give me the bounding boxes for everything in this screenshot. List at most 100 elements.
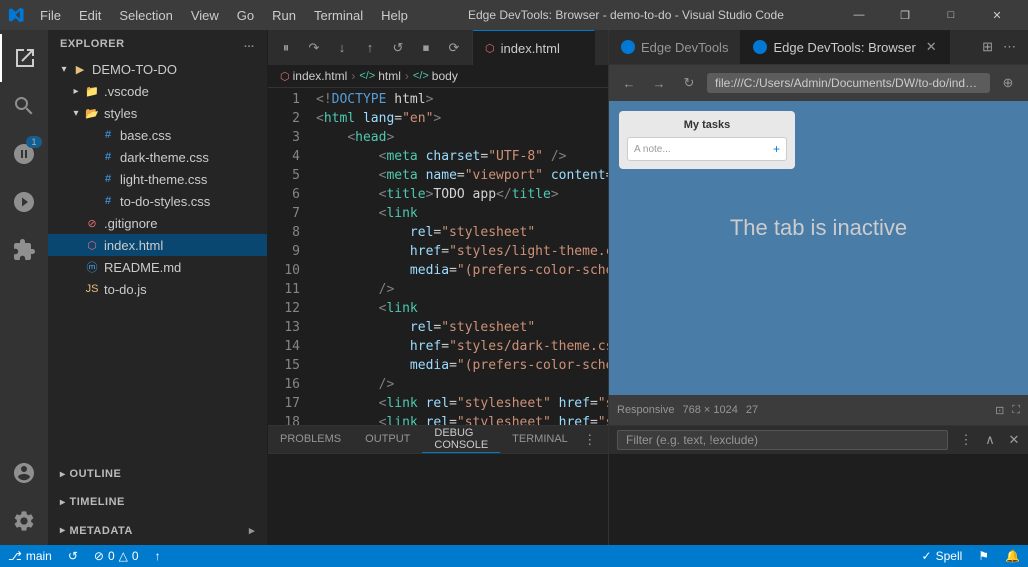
todo-styles-file[interactable]: # to-do-styles.css	[48, 190, 267, 212]
browser-toolbar: ← → ↻ file:///C:/Users/Admin/Documents/D…	[609, 65, 1028, 101]
breadcrumb-body[interactable]: </> body	[413, 69, 458, 83]
base-css-file[interactable]: # base.css	[48, 124, 267, 146]
step-into-button[interactable]: ↓	[330, 36, 354, 60]
code-editor[interactable]: 12345 678910 1112131415 16171819 <!DOCTY…	[268, 88, 608, 425]
outline-section[interactable]: ▸ OUTLINE	[48, 460, 267, 488]
accounts-icon[interactable]	[0, 449, 48, 497]
responsive-label[interactable]: Responsive	[617, 404, 674, 416]
menu-help[interactable]: Help	[373, 6, 416, 25]
source-control-icon[interactable]: 1	[0, 130, 48, 178]
devtools-more-icon[interactable]: ⋯	[999, 35, 1020, 59]
devtools-tab-close-icon[interactable]: ✕	[926, 39, 937, 55]
output-tab[interactable]: OUTPUT	[353, 426, 422, 453]
checkmark-icon: ✓	[922, 549, 932, 563]
sync-status[interactable]: ↺	[60, 545, 86, 567]
project-root[interactable]: ▾ ▶ DEMO-TO-DO	[48, 58, 267, 80]
code-line: rel="stylesheet"	[308, 318, 608, 337]
index-html-file[interactable]: ⬡ index.html	[48, 234, 267, 256]
inspect-icon[interactable]: ⛶	[1012, 404, 1020, 417]
branch-status[interactable]: ⎇ main	[0, 545, 60, 567]
dark-theme-file[interactable]: # dark-theme.css	[48, 146, 267, 168]
sidebar-header-actions: …	[244, 38, 256, 50]
index-html-tab[interactable]: ⬡ index.html ✕	[473, 30, 595, 65]
filter-options-icon[interactable]: ⋮	[956, 430, 976, 450]
html-tab-icon: ⬡	[485, 42, 495, 55]
edge-devtools-tab[interactable]: Edge DevTools	[609, 30, 741, 64]
edge-browser-tab[interactable]: Edge DevTools: Browser ✕	[741, 30, 949, 64]
readme-file[interactable]: ⓜ README.md	[48, 256, 267, 278]
body-element-icon: </>	[413, 70, 429, 82]
metadata-section[interactable]: ▸ METADATA ▸	[48, 516, 267, 545]
vscode-folder[interactable]: ▸ 📁 .vscode	[48, 80, 267, 102]
minimize-button[interactable]: —	[836, 0, 882, 30]
close-button[interactable]: ✕	[974, 0, 1020, 30]
refresh-button[interactable]: ↻	[677, 71, 701, 95]
html-bc-icon: ⬡	[280, 70, 290, 83]
pause-button[interactable]: ⏸	[274, 36, 298, 60]
flag-status[interactable]: ⚑	[970, 545, 997, 567]
todo-js-file[interactable]: JS to-do.js	[48, 278, 267, 300]
panel-minimize-icon[interactable]: ∧	[604, 430, 608, 450]
errors-status[interactable]: ⊘ 0 △ 0	[86, 545, 147, 567]
filter-x-icon[interactable]: ✕	[1004, 430, 1024, 450]
code-content[interactable]: <!DOCTYPE html> <html lang="en"> <head> …	[308, 88, 608, 425]
light-theme-file[interactable]: # light-theme.css	[48, 168, 267, 190]
menu-run[interactable]: Run	[264, 6, 304, 25]
menu-edit[interactable]: Edit	[71, 6, 109, 25]
filter-close-icon[interactable]: ∧	[980, 430, 1000, 450]
emulate-icon[interactable]: ⊡	[995, 404, 1004, 417]
stop-button[interactable]: ⏹	[414, 36, 438, 60]
breadcrumb-html[interactable]: </> html	[359, 69, 401, 83]
styles-folder[interactable]: ▾ 📂 styles	[48, 102, 267, 124]
app-add-icon: +	[773, 142, 780, 156]
menu-selection[interactable]: Selection	[111, 6, 180, 25]
code-line: />	[308, 375, 608, 394]
maximize-button[interactable]: □	[928, 0, 974, 30]
filter-area: Filter (e.g. text, !exclude)	[609, 426, 956, 454]
metadata-expand-icon[interactable]: ▸	[249, 524, 255, 537]
devtools-layout-icon[interactable]: ⊞	[978, 35, 997, 59]
extensions-icon[interactable]	[0, 226, 48, 274]
breadcrumb: ⬡ index.html › </> html › </> body	[268, 65, 608, 88]
new-file-icon[interactable]: …	[244, 38, 256, 50]
debug-console-tab[interactable]: DEBUG CONSOLE	[422, 426, 500, 453]
screenshot-icon[interactable]: ⊕	[996, 71, 1020, 95]
timeline-section[interactable]: ▸ TIMELINE	[48, 488, 267, 516]
continue-button[interactable]: ↺	[386, 36, 410, 60]
gitignore-file[interactable]: ⊘ .gitignore	[48, 212, 267, 234]
filter-icon[interactable]: ⋮	[580, 430, 600, 450]
code-line: <link	[308, 299, 608, 318]
search-icon[interactable]	[0, 82, 48, 130]
spell-status[interactable]: ✓ Spell	[914, 545, 971, 567]
chevron-right-icon: ▸	[68, 83, 84, 99]
css-file-icon: #	[100, 193, 116, 209]
menu-terminal[interactable]: Terminal	[306, 6, 371, 25]
explorer-icon[interactable]	[0, 34, 48, 82]
step-out-button[interactable]: ↑	[358, 36, 382, 60]
timeline-chevron-icon: ▸	[60, 497, 66, 508]
breadcrumb-file[interactable]: ⬡ index.html	[280, 69, 347, 83]
step-over-button[interactable]: ↷	[302, 36, 326, 60]
back-button[interactable]: ←	[617, 71, 641, 95]
file-tree: ▾ ▶ DEMO-TO-DO ▸ 📁 .vscode ▾ 📂 styles	[48, 58, 267, 460]
panel-content	[268, 454, 608, 545]
editor-tab-bar: ⏸ ↷ ↓ ↑ ↺ ⏹ ⟳ ⬡ index.html ✕	[268, 30, 608, 65]
edge-icon	[621, 40, 635, 54]
address-bar[interactable]: file:///C:/Users/Admin/Documents/DW/to-d…	[707, 73, 990, 93]
status-left: ⎇ main ↺ ⊘ 0 △ 0 ↑	[0, 545, 169, 567]
settings-icon[interactable]	[0, 497, 48, 545]
bell-status[interactable]: 🔔	[997, 545, 1028, 567]
publish-status[interactable]: ↑	[147, 545, 169, 567]
branch-name: main	[26, 549, 52, 563]
menu-file[interactable]: File	[32, 6, 69, 25]
menu-go[interactable]: Go	[229, 6, 262, 25]
forward-button[interactable]: →	[647, 71, 671, 95]
terminal-tab[interactable]: TERMINAL	[500, 426, 580, 453]
run-debug-icon[interactable]	[0, 178, 48, 226]
restore-button[interactable]: ❒	[882, 0, 928, 30]
problems-tab[interactable]: PROBLEMS	[268, 426, 353, 453]
vscode-logo	[8, 7, 24, 23]
restart-button[interactable]: ⟳	[442, 36, 466, 60]
filter-input[interactable]: Filter (e.g. text, !exclude)	[617, 430, 948, 450]
menu-view[interactable]: View	[183, 6, 227, 25]
